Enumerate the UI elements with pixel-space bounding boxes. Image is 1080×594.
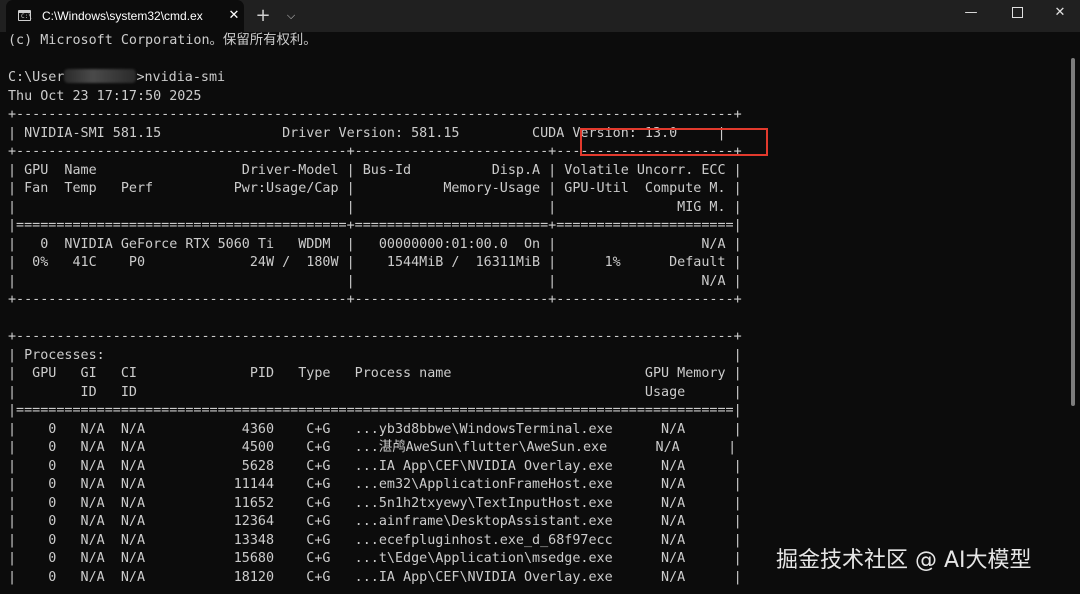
process-row: | 0 N/A N/A 5628 C+G ...IA App\CEF\NVIDI… (8, 458, 742, 474)
version-header-line: | NVIDIA-SMI 581.15 Driver Version: 581.… (8, 125, 726, 141)
prompt-line: C:\User >nvidia-smi (8, 69, 1058, 88)
maximize-icon (1011, 7, 1023, 18)
cmd-icon-glyph: C:\ (21, 13, 32, 20)
timestamp-line: Thu Oct 23 17:17:50 2025 (8, 88, 202, 104)
process-header-2: | ID ID Usage | (8, 384, 742, 400)
table-border-top: +---------------------------------------… (8, 107, 742, 122)
watermark: 掘金技术社区 @ AI大模型 (776, 548, 1032, 573)
close-button[interactable]: ✕ (1040, 0, 1080, 28)
cmd-icon: C:\ (18, 10, 32, 21)
table-border-sections: +---------------------------------------… (8, 144, 742, 159)
command-text: >nvidia-smi (136, 70, 226, 85)
gpu-row-1: | 0 NVIDIA GeForce RTX 5060 Ti WDDM | 00… (8, 236, 742, 252)
tab-close-icon[interactable]: ✕ (224, 6, 244, 26)
process-row: | 0 N/A N/A 11652 C+G ...5n1h2txyewy\Tex… (8, 495, 742, 511)
process-table-border-top: +---------------------------------------… (8, 329, 742, 344)
scrollbar-thumb[interactable] (1071, 58, 1075, 406)
gpu-row-2: | 0% 41C P0 24W / 180W | 1544MiB / 16311… (8, 255, 742, 270)
column-header-2: | Fan Temp Perf Pwr:Usage/Cap | Memory-U… (8, 181, 742, 196)
process-row: | 0 N/A N/A 4360 C+G ...yb3d8bbwe\Window… (8, 421, 742, 437)
minimize-button[interactable]: — (948, 0, 994, 28)
cuda-version-highlight (580, 128, 768, 156)
prompt-prefix: C:\User (8, 70, 65, 85)
process-table-title: | Processes: | (8, 347, 742, 363)
process-header-1: | GPU GI CI PID Type Process name GPU Me… (8, 366, 742, 381)
new-tab-button[interactable]: + (251, 4, 275, 28)
maximize-button[interactable] (994, 0, 1040, 28)
column-header-3: | | | MIG M. | (8, 199, 742, 215)
table-border-bottom: +---------------------------------------… (8, 292, 742, 307)
chevron-down-icon[interactable]: ⌵ (280, 4, 302, 28)
column-header-1: | GPU Name Driver-Model | Bus-Id Disp.A … (8, 162, 742, 178)
process-row: | 0 N/A N/A 12364 C+G ...ainframe\Deskto… (8, 514, 742, 529)
title-bar[interactable]: C:\ C:\Windows\system32\cmd.ex ✕ + ⌵ — ✕ (0, 0, 1080, 32)
tab-title: C:\Windows\system32\cmd.ex (42, 9, 203, 23)
process-row: | 0 N/A N/A 4500 C+G ...湛鸬AweSun\flutter… (8, 440, 737, 455)
process-row: | 0 N/A N/A 11144 C+G ...em32\Applicatio… (8, 477, 742, 492)
console-output[interactable]: (c) Microsoft Corporation。保留所有权利。 C:\Use… (8, 32, 1058, 594)
table-border-double: |=======================================… (8, 218, 742, 233)
terminal-window: C:\ C:\Windows\system32\cmd.ex ✕ + ⌵ — ✕… (0, 0, 1080, 594)
process-table-border-double: |=======================================… (8, 403, 742, 418)
gpu-row-3: | | | N/A | (8, 273, 742, 289)
copyright-line: (c) Microsoft Corporation。保留所有权利。 (8, 33, 317, 48)
terminal-tab[interactable]: C:\ C:\Windows\system32\cmd.ex ✕ (6, 0, 244, 32)
redacted-username (64, 69, 137, 83)
